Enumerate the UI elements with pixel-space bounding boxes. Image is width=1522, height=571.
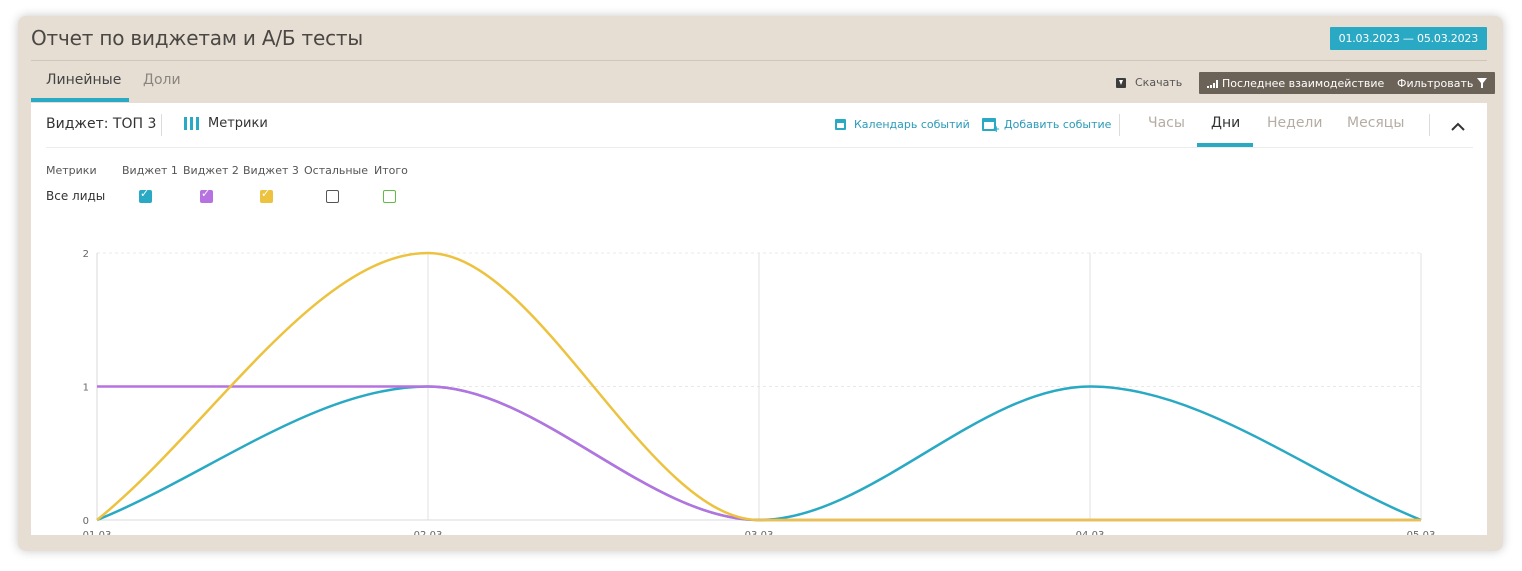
active-tab-indicator bbox=[31, 98, 129, 102]
report-window: Отчет по виджетам и А/Б тесты 01.03.2023… bbox=[18, 16, 1503, 551]
y-tick-label: 0 bbox=[83, 516, 89, 527]
tab-linear[interactable]: Линейные bbox=[46, 72, 121, 88]
line-chart: 0 1 2 01.03 02.03 03.03 04.03 05.03 bbox=[83, 249, 1436, 535]
download-icon bbox=[1116, 77, 1126, 88]
x-tick-label: 02.03 bbox=[414, 530, 443, 535]
x-tick-label: 03.03 bbox=[745, 530, 774, 535]
filter-button[interactable]: Фильтровать bbox=[1389, 72, 1496, 94]
filter-label: Фильтровать bbox=[1397, 76, 1474, 90]
page-title: Отчет по виджетам и А/Б тесты bbox=[31, 26, 363, 50]
last-interaction-label: Последнее взаимодействие bbox=[1222, 76, 1385, 90]
date-range-button[interactable]: 01.03.2023 — 05.03.2023 bbox=[1329, 27, 1487, 50]
bar-chart-icon bbox=[1207, 79, 1218, 88]
download-button[interactable]: Скачать bbox=[1116, 76, 1182, 89]
header-divider bbox=[31, 60, 1487, 61]
widget-panel: Виджет: ТОП 3 Метрики Календарь событий … bbox=[31, 103, 1487, 535]
last-interaction-button[interactable]: Последнее взаимодействие bbox=[1199, 72, 1393, 94]
download-label: Скачать bbox=[1135, 76, 1183, 89]
y-tick-label: 2 bbox=[83, 249, 89, 260]
y-tick-label: 1 bbox=[83, 383, 89, 394]
x-tick-label: 05.03 bbox=[1407, 530, 1436, 535]
x-tick-label: 04.03 bbox=[1076, 530, 1105, 535]
x-tick-label: 01.03 bbox=[83, 530, 112, 535]
tab-shares[interactable]: Доли bbox=[143, 72, 181, 88]
filter-icon bbox=[1477, 78, 1488, 88]
